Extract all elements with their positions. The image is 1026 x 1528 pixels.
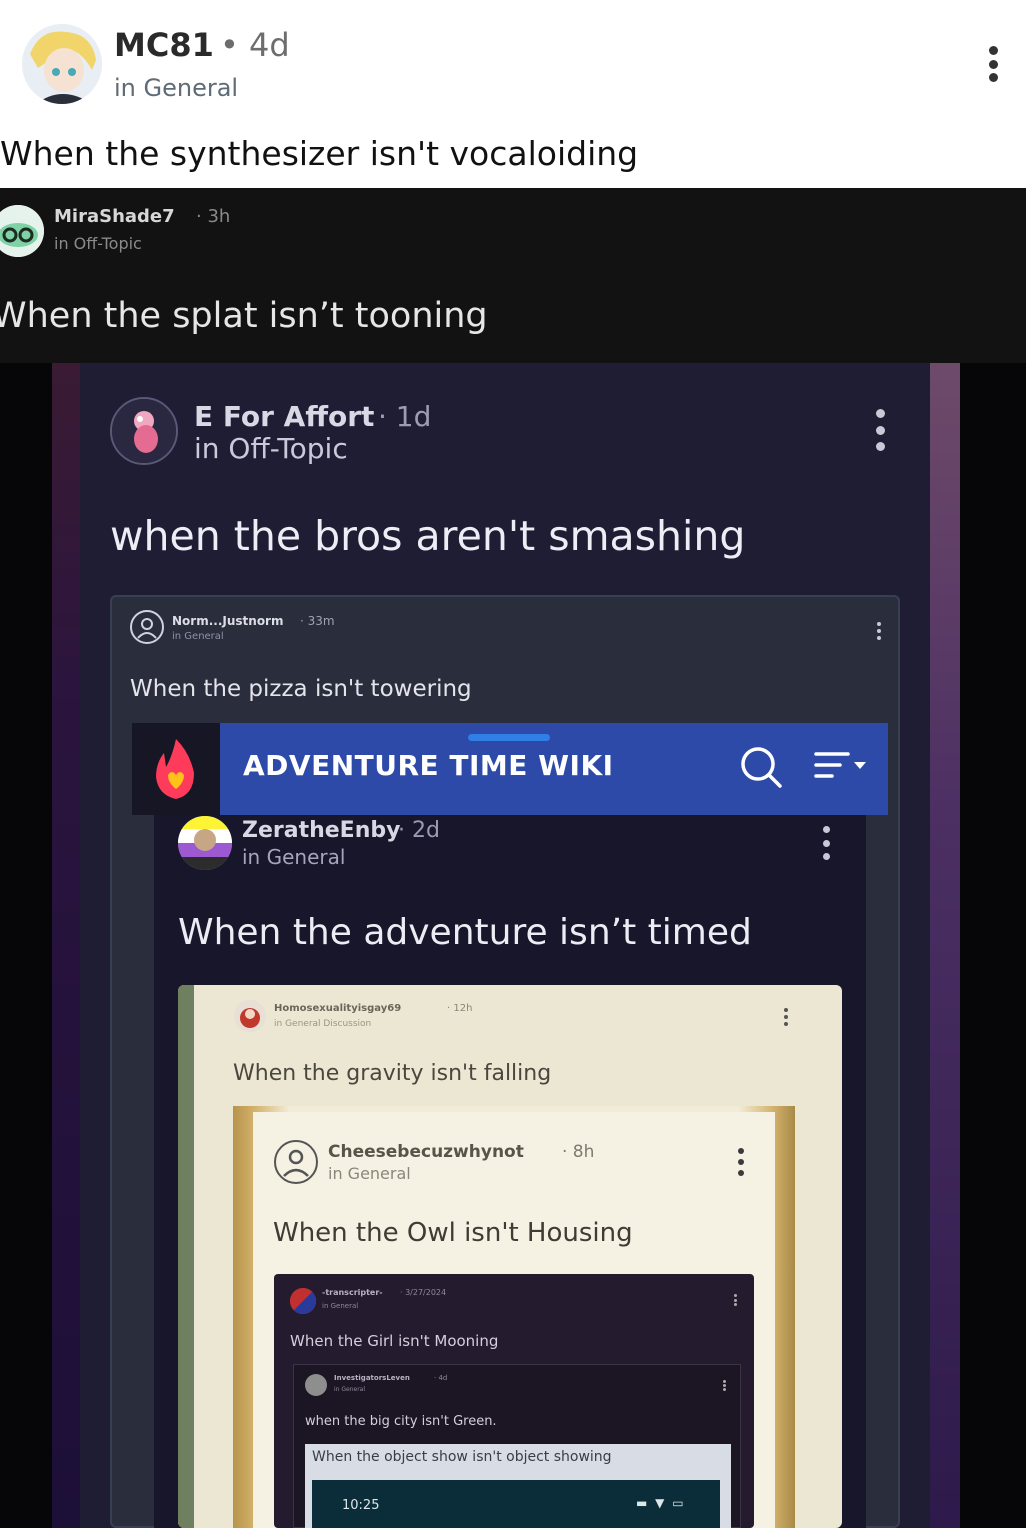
scroll-indicator bbox=[468, 734, 550, 741]
quote-title: When the Girl isn't Mooning bbox=[290, 1332, 499, 1350]
background-glow bbox=[928, 363, 960, 1528]
avatar bbox=[274, 1140, 318, 1184]
more-options-icon bbox=[732, 1294, 738, 1306]
quote-title: When the pizza isn't towering bbox=[130, 676, 472, 702]
quote-category: in General bbox=[334, 1386, 366, 1393]
quote-category: in General bbox=[328, 1164, 411, 1183]
more-options-icon bbox=[736, 1148, 746, 1176]
quote-username: E For Affort bbox=[194, 400, 375, 433]
quote-title: When the adventure isn’t timed bbox=[178, 912, 752, 953]
quote-username: ZeratheEnby bbox=[242, 818, 401, 843]
quote-username: Homosexualityisgay69 bbox=[274, 1003, 402, 1014]
quote-time: · 8h bbox=[562, 1142, 595, 1162]
status-icons: ▬ ▼ ▭ bbox=[636, 1496, 686, 1510]
quote-title: When the object show isn't object showin… bbox=[312, 1449, 612, 1465]
more-options-icon bbox=[782, 1008, 790, 1026]
status-time: 10:25 bbox=[342, 1498, 380, 1513]
avatar bbox=[305, 1374, 327, 1396]
fandom-logo-icon bbox=[132, 723, 220, 815]
quote-username: Norm...Justnorm bbox=[172, 614, 284, 628]
quote-time: · 4d bbox=[434, 1374, 448, 1382]
quote-username: -transcripter- bbox=[322, 1288, 383, 1297]
menu-dropdown-icon bbox=[812, 748, 872, 784]
more-options-icon bbox=[820, 826, 832, 860]
wiki-title: ADVENTURE TIME WIKI bbox=[243, 749, 614, 782]
quote-time: · 12h bbox=[447, 1003, 473, 1014]
more-options-icon bbox=[874, 622, 884, 640]
quote-time: · 2d bbox=[398, 818, 440, 843]
post-time: • 4d bbox=[220, 26, 290, 64]
quote-time: · 1d bbox=[378, 400, 432, 433]
quote-category: in General bbox=[172, 631, 224, 642]
more-options-icon bbox=[873, 409, 887, 451]
quote-time: · 33m bbox=[300, 614, 335, 628]
card-accent bbox=[178, 985, 194, 1528]
avatar bbox=[290, 1288, 316, 1314]
avatar bbox=[110, 397, 178, 465]
avatar[interactable] bbox=[22, 24, 102, 104]
quote-title: when the big city isn't Green. bbox=[305, 1414, 497, 1429]
quote-category: in Off-Topic bbox=[194, 432, 348, 465]
post-category[interactable]: in General bbox=[114, 74, 238, 102]
quote-category: in General Discussion bbox=[274, 1019, 372, 1029]
avatar bbox=[130, 610, 164, 644]
search-icon bbox=[738, 744, 784, 790]
quote-title: When the splat isn’t tooning bbox=[0, 296, 488, 336]
quote-username: InvestigatorsLeven bbox=[334, 1374, 410, 1382]
quote-username: MiraShade7 bbox=[54, 206, 175, 227]
quote-category: in General bbox=[322, 1302, 359, 1310]
more-options-icon bbox=[721, 1380, 727, 1391]
quote-username: Cheesebecuzwhynot bbox=[328, 1142, 524, 1162]
quote-title: when the bros aren't smashing bbox=[110, 512, 746, 560]
username[interactable]: MC81 bbox=[114, 26, 214, 64]
quote-title: When the Owl isn't Housing bbox=[273, 1218, 633, 1248]
quote-category: in General bbox=[242, 845, 346, 869]
post-title: When the synthesizer isn't vocaloiding bbox=[0, 134, 639, 173]
quote-time: · 3h bbox=[196, 206, 231, 227]
quote-time: · 3/27/2024 bbox=[400, 1288, 447, 1297]
avatar bbox=[178, 816, 232, 870]
background-glow bbox=[52, 363, 82, 1528]
more-options-icon[interactable] bbox=[986, 46, 1000, 82]
quote-category: in Off-Topic bbox=[54, 234, 142, 253]
quote-title: When the gravity isn't falling bbox=[233, 1061, 552, 1086]
avatar bbox=[234, 1000, 266, 1032]
